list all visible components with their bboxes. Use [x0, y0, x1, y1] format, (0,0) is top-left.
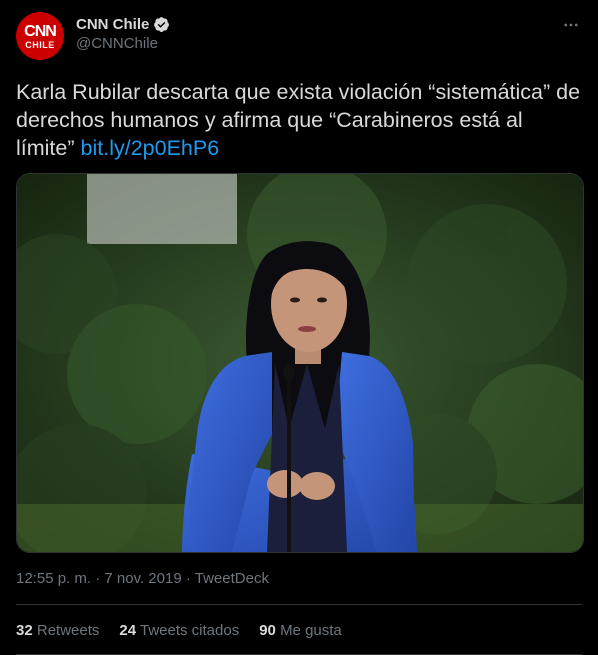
quote-tweets-count: 24	[119, 622, 137, 639]
likes-count: 90	[259, 622, 276, 639]
tweet-stats: 32 Retweets 24 Tweets citados 90 Me gust…	[16, 622, 342, 639]
verified-badge-icon	[154, 17, 170, 32]
tweet-header: CNN CHILE CNN Chile @CNNChile	[16, 12, 582, 60]
photo-woman-speaking	[17, 174, 583, 552]
tweet-meta: 12:55 p. m. · 7 nov. 2019 · TweetDeck	[16, 570, 269, 587]
likes-label: Me gusta	[280, 622, 342, 639]
tweet-photo[interactable]	[16, 173, 584, 553]
tweet-text: Karla Rubilar descarta que exista violac…	[16, 78, 582, 162]
tweet-date[interactable]: 7 nov. 2019	[104, 570, 181, 587]
tweet-link[interactable]: bit.ly/2p0EhP6	[81, 136, 220, 160]
avatar-logo-subtext: CHILE	[25, 40, 55, 50]
meta-separator: ·	[91, 570, 105, 587]
avatar-logo-text: CNN	[24, 23, 57, 40]
retweets-label: Retweets	[36, 622, 100, 639]
tweet-source[interactable]: TweetDeck	[195, 570, 269, 587]
likes-stat[interactable]: 90 Me gusta	[259, 622, 342, 639]
display-name[interactable]: CNN Chile	[76, 16, 149, 33]
retweets-stat[interactable]: 32 Retweets	[16, 622, 99, 639]
quote-tweets-stat[interactable]: 24 Tweets citados	[119, 622, 239, 639]
account-handle[interactable]: @CNNChile	[76, 35, 170, 52]
account-name-block: CNN Chile @CNNChile	[76, 16, 170, 52]
retweets-count: 32	[16, 622, 33, 639]
quote-tweets-label: Tweets citados	[139, 622, 240, 639]
divider	[16, 604, 582, 605]
meta-separator: ·	[181, 570, 195, 587]
avatar[interactable]: CNN CHILE	[16, 12, 64, 60]
more-options-icon[interactable]	[560, 14, 582, 36]
tweet-time[interactable]: 12:55 p. m.	[16, 570, 91, 587]
